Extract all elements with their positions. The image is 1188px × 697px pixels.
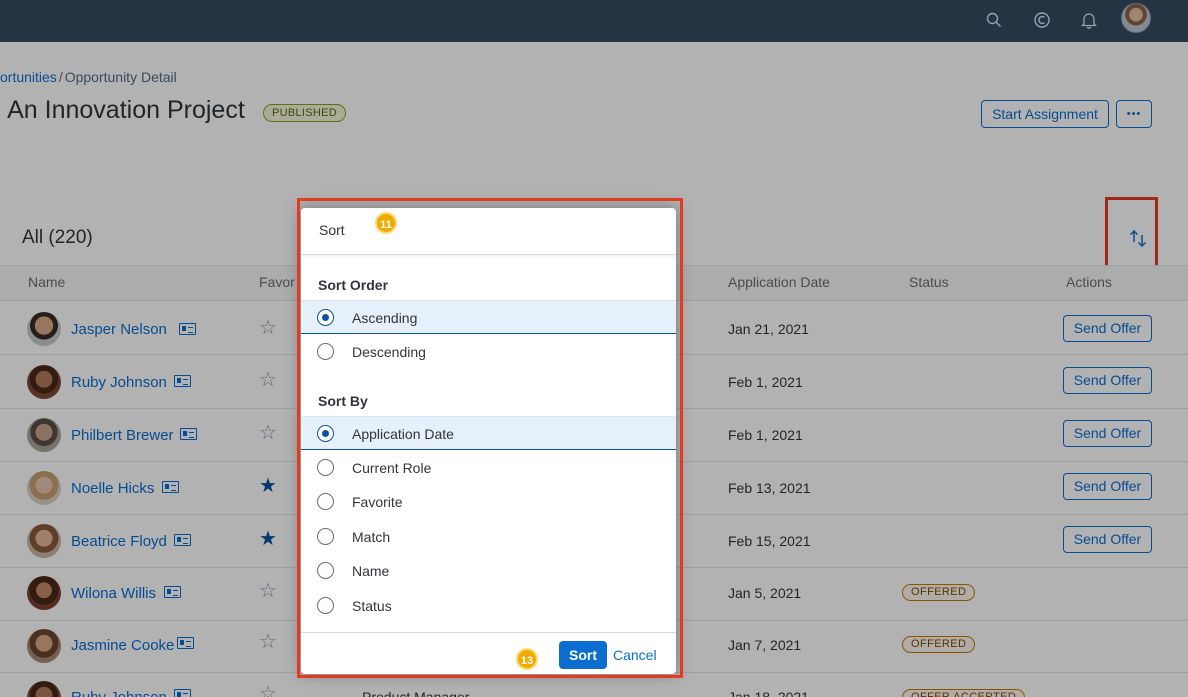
- radio-button[interactable]: [317, 493, 334, 510]
- radio-button[interactable]: [317, 562, 334, 579]
- sort-by-label: Sort By: [318, 393, 368, 409]
- option-label: Status: [352, 598, 392, 614]
- option-label: Ascending: [352, 310, 418, 326]
- sort-by-option-favorite[interactable]: Favorite: [301, 485, 676, 519]
- radio-button[interactable]: [317, 309, 334, 326]
- dialog-title: Sort: [319, 222, 345, 238]
- sort-order-option-ascending[interactable]: Ascending: [301, 300, 676, 334]
- sort-by-option-name[interactable]: Name: [301, 554, 676, 588]
- option-label: Application Date: [352, 426, 454, 442]
- sort-by-option-status[interactable]: Status: [301, 589, 676, 623]
- sort-confirm-button[interactable]: Sort: [559, 641, 607, 669]
- radio-button[interactable]: [317, 528, 334, 545]
- sort-by-option-match[interactable]: Match: [301, 520, 676, 554]
- radio-button[interactable]: [317, 343, 334, 360]
- step-badge: 11: [375, 212, 397, 234]
- sort-order-label: Sort Order: [318, 277, 389, 293]
- sort-by-option-current-role[interactable]: Current Role: [301, 451, 676, 485]
- dialog-header: Sort 11: [301, 208, 676, 255]
- sort-dialog: Sort 11 Sort Order Ascending Descending …: [301, 208, 676, 674]
- option-label: Match: [352, 529, 391, 545]
- option-label: Name: [352, 563, 390, 579]
- option-label: Current Role: [352, 460, 432, 476]
- option-label: Favorite: [352, 494, 403, 510]
- dialog-footer: 13 Sort Cancel: [301, 632, 676, 674]
- sort-order-option-descending[interactable]: Descending: [301, 335, 676, 369]
- sort-by-option-application-date[interactable]: Application Date: [301, 416, 676, 450]
- cancel-button[interactable]: Cancel: [613, 641, 657, 669]
- radio-button[interactable]: [317, 459, 334, 476]
- step-badge: 13: [516, 648, 538, 670]
- radio-button[interactable]: [317, 597, 334, 614]
- radio-button[interactable]: [317, 425, 334, 442]
- option-label: Descending: [352, 344, 426, 360]
